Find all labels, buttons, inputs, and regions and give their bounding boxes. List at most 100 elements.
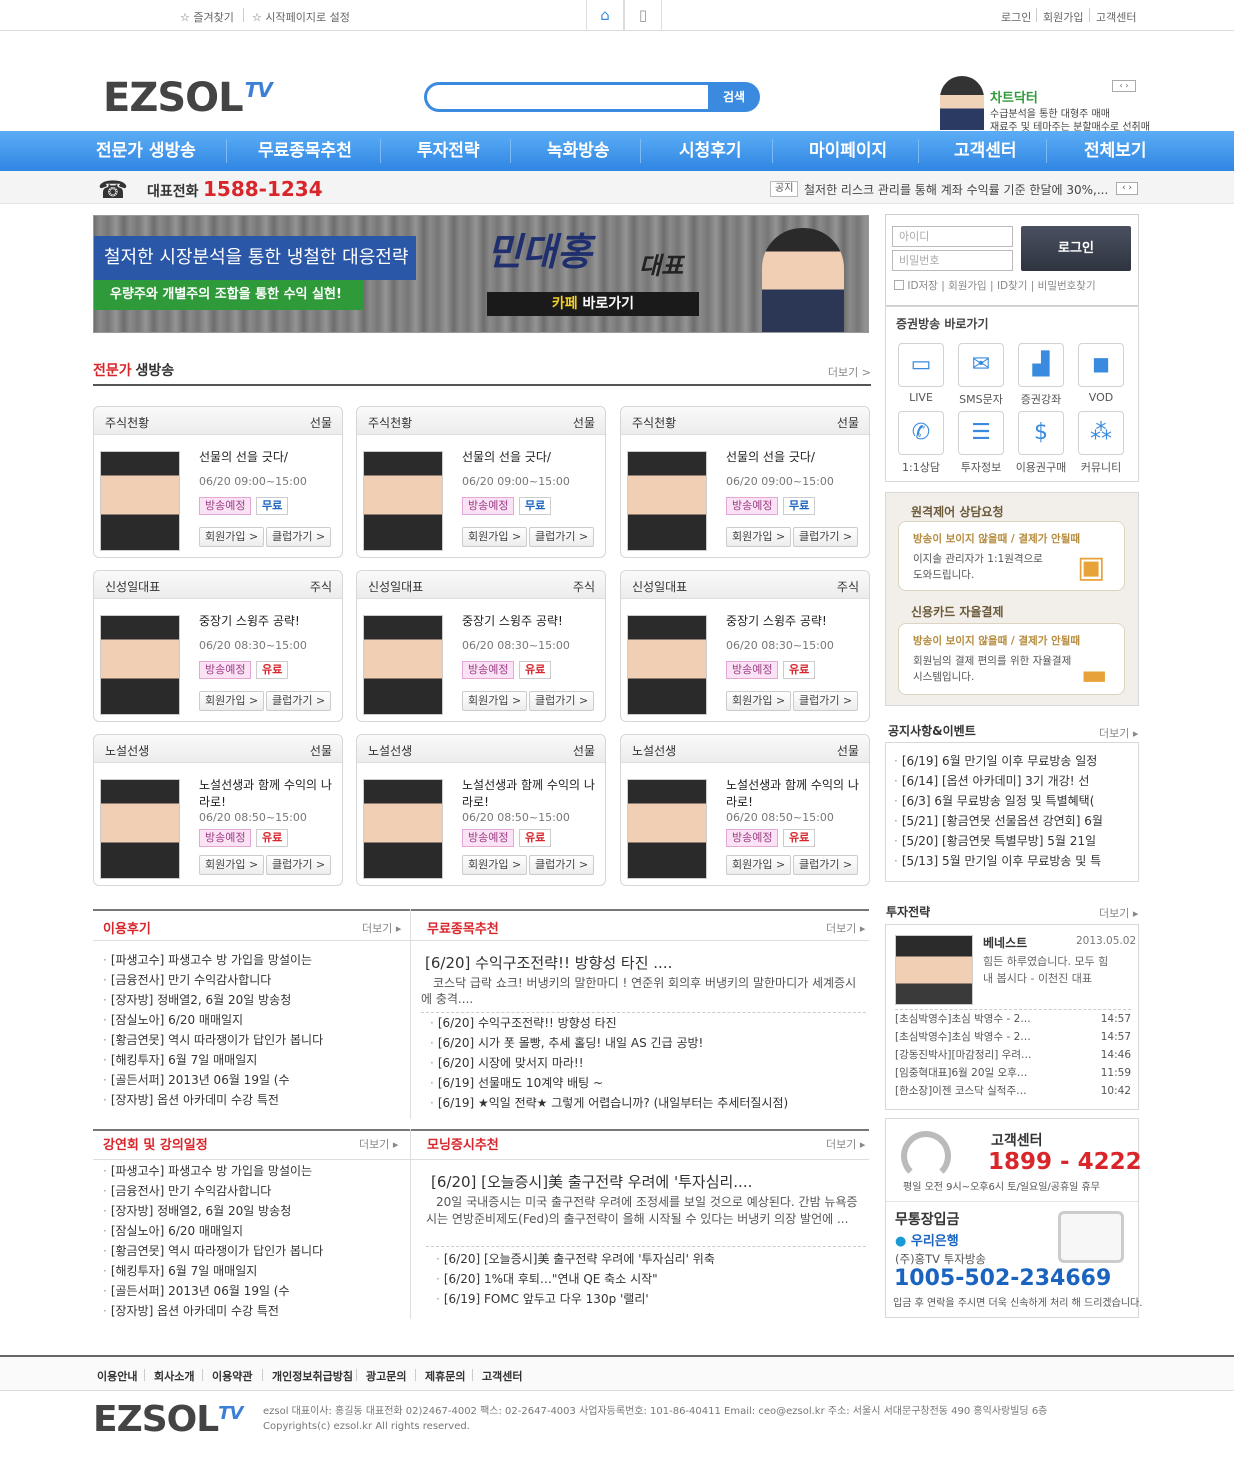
shortcut-label[interactable]: VOD	[1071, 391, 1131, 404]
site-logo[interactable]: EZSOL TV	[103, 76, 273, 126]
list-item[interactable]: [6/19] 6월 만기일 이후 무료방송 일정	[894, 751, 1132, 771]
list-item[interactable]: [5/20] [황금연못 특별무방] 5월 21일	[894, 831, 1132, 851]
cafe-link[interactable]: 카페 바로가기	[487, 292, 699, 316]
list-item[interactable]: [잠실노아] 6/20 매매일지	[103, 1221, 403, 1241]
list-item[interactable]: [한소장]이젠 코스닥 실적주… 10:42	[895, 1082, 1131, 1100]
expert-name[interactable]: 신성일대표	[105, 578, 160, 595]
footer-link[interactable]: 고객센터	[482, 1368, 522, 1384]
nav-item-all[interactable]: 전체보기	[1084, 131, 1147, 171]
expert-photo[interactable]	[627, 451, 707, 551]
mobile-icon[interactable]: ▯	[624, 0, 662, 31]
find-password-link[interactable]: 비밀번호찾기	[1038, 280, 1096, 292]
shortcut-label[interactable]: 증권강좌	[1011, 391, 1071, 407]
list-item[interactable]: [금융전사] 만기 수익감사합니다	[103, 1181, 403, 1201]
broadcast-title[interactable]: 노설선생과 함께 수익의 나라로!	[462, 777, 597, 811]
list-item[interactable]: [해킹투자] 6월 7일 매매일지	[103, 1261, 403, 1281]
list-item[interactable]: [골든서퍼] 2013년 06월 19일 (수	[103, 1281, 403, 1301]
shortcut-label[interactable]: 이용권구매	[1011, 459, 1071, 475]
list-item[interactable]: [강동진박사][마감정리] 우려… 14:46	[895, 1046, 1131, 1064]
footer-link[interactable]: 광고문의	[366, 1368, 406, 1384]
list-item[interactable]: [파생고수] 파생고수 방 가입을 망설이는	[103, 950, 403, 970]
broadcast-title[interactable]: 중장기 스윙주 공략!	[199, 613, 334, 630]
expert-photo[interactable]	[363, 615, 443, 715]
list-item[interactable]: [해킹투자] 6월 7일 매매일지	[103, 1050, 403, 1070]
clipboard-icon[interactable]: ☰	[958, 411, 1004, 455]
expert-photo[interactable]	[100, 779, 180, 879]
footer-link[interactable]: 이용약관	[212, 1368, 252, 1384]
main-banner[interactable]: 철저한 시장분석을 통한 냉철한 대응전략 우량주와 개별주의 조합을 통한 수…	[93, 215, 869, 333]
join-link[interactable]: 회원가입	[1043, 9, 1083, 25]
list-item[interactable]: [파생고수] 파생고수 방 가입을 망설이는	[103, 1161, 403, 1181]
remote-support-button[interactable]: 방송이 보이지 않을때 / 결제가 안될때 이지솔 관리자가 1:1원격으로 도…	[898, 521, 1125, 591]
list-item[interactable]: [6/20] 수익구조전략!! 방향성 타진	[430, 1013, 870, 1033]
login-button[interactable]: 로그인	[1021, 226, 1131, 271]
footer-link[interactable]: 이용안내	[97, 1368, 137, 1384]
list-item[interactable]: [임중혁대표]6월 20일 오후… 11:59	[895, 1064, 1131, 1082]
nav-item-live[interactable]: 전문가 생방송	[96, 131, 196, 171]
club-button[interactable]: 클럽가기 >	[529, 691, 595, 711]
broadcast-title[interactable]: 선물의 선을 긋다/	[726, 449, 861, 466]
list-item[interactable]: [잠실노아] 6/20 매매일지	[103, 1010, 403, 1030]
tv-icon[interactable]: ▭	[898, 343, 944, 387]
join-button[interactable]: 회원가입 >	[199, 527, 265, 547]
list-item[interactable]: [6/3] 6월 무료방송 일정 및 특별혜택(	[894, 791, 1132, 811]
community-icon[interactable]: ⁂	[1078, 411, 1124, 455]
promo-prev-next-arrows[interactable]: ‹ ›	[1112, 80, 1136, 92]
shortcut-label[interactable]: SMS문자	[951, 391, 1011, 407]
list-item[interactable]: [장자방] 옵션 아카데미 수강 특전	[103, 1090, 403, 1110]
club-button[interactable]: 클럽가기 >	[529, 527, 595, 547]
money-bag-icon[interactable]: $	[1018, 411, 1064, 455]
list-item[interactable]: [장자방] 정배열2, 6월 20일 방송청	[103, 1201, 403, 1221]
broadcast-title[interactable]: 선물의 선을 긋다/	[199, 449, 334, 466]
join-button[interactable]: 회원가입 >	[462, 855, 528, 875]
list-item[interactable]: [6/20] 시가 폿 몰빵, 추세 홀딩! 내일 AS 긴급 공방!	[430, 1033, 870, 1053]
club-button[interactable]: 클럽가기 >	[266, 691, 332, 711]
expert-photo[interactable]	[100, 615, 180, 715]
bookmark-link[interactable]: ☆ 즐겨찾기	[180, 9, 234, 25]
list-item[interactable]: [6/19] FOMC 앞두고 다우 130p '랠리'	[436, 1289, 866, 1309]
expert-name[interactable]: 신성일대표	[368, 578, 423, 595]
list-item[interactable]: [6/20] 1%대 후퇴…"연내 QE 축소 시작"	[436, 1269, 866, 1289]
join-button[interactable]: 회원가입 >	[199, 691, 265, 711]
phone-icon[interactable]: ✆	[898, 411, 944, 455]
expert-name[interactable]: 노설선생	[632, 742, 676, 759]
reviews-more-link[interactable]: 더보기 ▸	[362, 920, 401, 936]
join-button[interactable]: 회원가입 >	[726, 855, 792, 875]
footer-link[interactable]: 회사소개	[154, 1368, 194, 1384]
notice-ticker[interactable]: 철저한 리스크 관리를 통해 계좌 수익률 기준 한달에 30%,...	[804, 181, 1108, 198]
footer-link[interactable]: 제휴문의	[425, 1368, 465, 1384]
list-item[interactable]: [6/19] 선물매도 10계약 배팅 ~	[430, 1073, 870, 1093]
broadcast-title[interactable]: 선물의 선을 긋다/	[462, 449, 597, 466]
list-item[interactable]: [5/21] [황금연못 선물옵션 강연회] 6월	[894, 811, 1132, 831]
broadcast-title[interactable]: 노설선생과 함께 수익의 나라로!	[726, 777, 861, 811]
strategy-more-link[interactable]: 더보기 ▸	[1099, 905, 1138, 921]
morning-headline[interactable]: [6/20] [오늘증시]美 출구전략 우려에 '투자심리....	[431, 1171, 866, 1192]
broadcast-title[interactable]: 노설선생과 함께 수익의 나라로!	[199, 777, 334, 811]
expert-name[interactable]: 주식천황	[368, 414, 412, 431]
morning-more-link[interactable]: 더보기 ▸	[826, 1136, 865, 1152]
free-picks-headline[interactable]: [6/20] 수익구조전략!! 방향성 타진 ....	[425, 952, 672, 973]
broadcast-title[interactable]: 중장기 스윙주 공략!	[462, 613, 597, 630]
list-item[interactable]: [골든서퍼] 2013년 06월 19일 (수	[103, 1070, 403, 1090]
club-button[interactable]: 클럽가기 >	[793, 527, 859, 547]
search-button[interactable]: 검색	[708, 82, 760, 112]
nav-item-recorded[interactable]: 녹화방송	[547, 131, 610, 171]
nav-item-mypage[interactable]: 마이페이지	[809, 131, 887, 171]
startpage-link[interactable]: ☆ 시작페이지로 설정	[252, 9, 350, 25]
expert-photo[interactable]	[363, 779, 443, 879]
support-link[interactable]: 고객센터	[1096, 9, 1136, 25]
notice-arrows[interactable]: ‹ ›	[1116, 182, 1138, 195]
id-input[interactable]: 아이디	[892, 226, 1013, 247]
footer-link[interactable]: 개인정보취급방침	[272, 1368, 353, 1384]
password-input[interactable]: 비밀번호	[892, 250, 1013, 271]
expert-photo[interactable]	[100, 451, 180, 551]
list-item[interactable]: [6/19] ★익일 전략★ 그렇게 어렵습니까? (내일부터는 추세터질시점)	[430, 1093, 870, 1113]
mail-icon[interactable]: ✉	[958, 343, 1004, 387]
shortcut-label[interactable]: LIVE	[891, 391, 951, 404]
nav-item-free-picks[interactable]: 무료종목추천	[258, 131, 352, 171]
shortcut-label[interactable]: 커뮤니티	[1071, 459, 1131, 475]
home-icon[interactable]: ⌂	[586, 0, 624, 31]
promo-banner[interactable]: 차트닥터 수급분석을 통한 대형주 매매 재료주 및 테마주는 분할매수로 선취…	[940, 74, 1150, 133]
club-button[interactable]: 클럽가기 >	[266, 527, 332, 547]
list-item[interactable]: [5/13] 5월 만기일 이후 무료방송 및 특	[894, 851, 1132, 871]
